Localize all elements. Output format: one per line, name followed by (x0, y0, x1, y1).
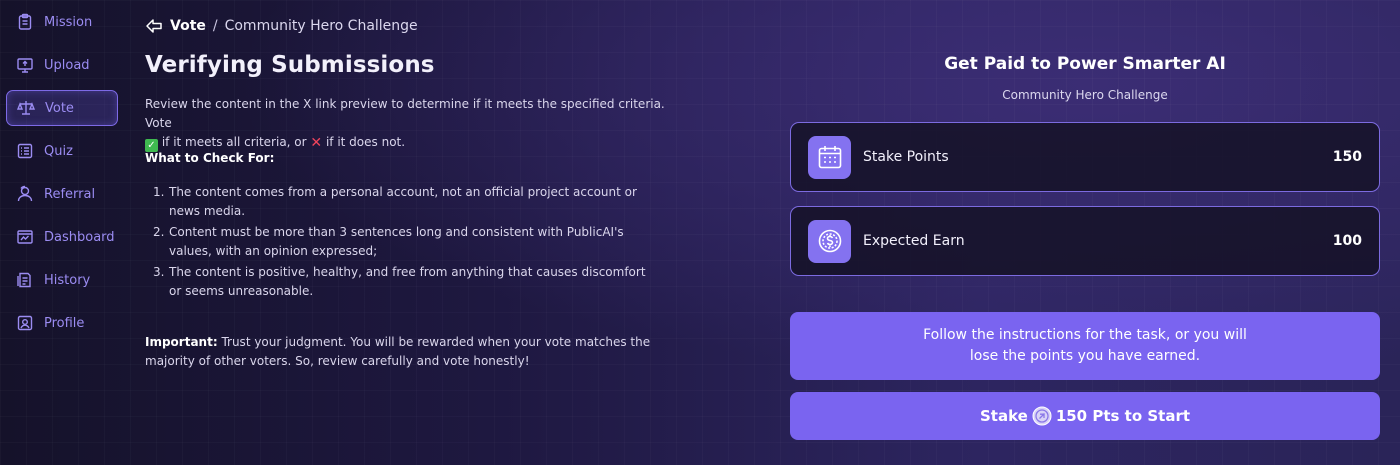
user-icon (16, 185, 34, 203)
dollar-coin-icon (808, 219, 851, 263)
sidebar-item-label: Referral (44, 186, 96, 202)
sidebar-item-vote[interactable]: Vote (6, 90, 118, 126)
sidebar-item-upload[interactable]: Upload (6, 47, 118, 83)
sidebar-item-label: Vote (45, 100, 74, 116)
list-item-number: 3. (153, 265, 165, 279)
stake-button-suffix: 150 Pts to Start (1055, 407, 1191, 425)
sidebar-item-label: Quiz (44, 143, 73, 159)
stake-points-label: Stake Points (863, 149, 949, 165)
clipboard-icon (16, 13, 34, 31)
sidebar-item-label: Upload (44, 57, 90, 73)
sidebar-item-label: Dashboard (44, 229, 115, 245)
stake-button-prefix: Stake (979, 407, 1028, 425)
important-note: Important: Trust your judgment. You will… (145, 333, 675, 371)
profile-icon (16, 314, 34, 332)
panel-title: Get Paid to Power Smarter AI (944, 54, 1226, 74)
history-icon (16, 271, 34, 289)
stake-points-value: 150 (1332, 149, 1362, 165)
list-item: 2. Content must be more than 3 sentences… (145, 223, 665, 261)
criteria-list: 1. The content comes from a personal acc… (145, 183, 665, 303)
list-icon (16, 142, 34, 160)
check-heading: What to Check For: (145, 151, 275, 165)
list-item-text: Content must be more than 3 sentences lo… (169, 225, 624, 258)
list-item-number: 1. (153, 185, 165, 199)
sidebar-item-history[interactable]: History (6, 262, 118, 298)
breadcrumb-current: Community Hero Challenge (224, 18, 418, 34)
breadcrumb-vote-link[interactable]: Vote (170, 18, 206, 34)
sidebar: Mission Upload Vote Quiz Referral Dashbo… (0, 0, 130, 465)
list-item-text: The content comes from a personal accoun… (169, 185, 637, 218)
sidebar-item-quiz[interactable]: Quiz (6, 133, 118, 169)
sidebar-item-profile[interactable]: Profile (6, 305, 118, 341)
sidebar-item-mission[interactable]: Mission (6, 4, 118, 40)
sidebar-item-label: History (44, 272, 91, 288)
stake-start-button[interactable]: Stake 150 Pts to Start (790, 392, 1380, 440)
dashboard-icon (16, 228, 34, 246)
points-coin-icon (1032, 406, 1052, 426)
important-text: Trust your judgment. You will be rewarde… (145, 335, 651, 368)
expected-earn-card: Expected Earn 100 (790, 206, 1380, 276)
breadcrumb-separator: / (212, 18, 218, 34)
back-arrow-icon[interactable] (145, 17, 163, 35)
expected-earn-value: 100 (1332, 233, 1362, 249)
list-item: 3. The content is positive, healthy, and… (145, 263, 665, 301)
sidebar-item-label: Mission (44, 14, 93, 30)
breadcrumb: Vote / Community Hero Challenge (145, 17, 418, 35)
page-title: Verifying Submissions (145, 52, 435, 78)
intro-text-part3: if it does not. (322, 135, 406, 149)
list-item-text: The content is positive, healthy, and fr… (169, 265, 646, 298)
important-label: Important: (145, 335, 218, 349)
intro-text-part2: if it meets all criteria, or (158, 135, 311, 149)
monitor-upload-icon (16, 56, 34, 74)
intro-text-part1: Review the content in the X link preview… (145, 97, 665, 130)
scale-icon (17, 99, 35, 117)
calendar-icon (808, 135, 851, 179)
cross-icon: ✕ (310, 135, 323, 151)
stake-points-card: Stake Points 150 (790, 122, 1380, 192)
panel-subtitle: Community Hero Challenge (1002, 88, 1168, 102)
list-item-number: 2. (153, 225, 165, 239)
instruction-notice: Follow the instructions for the task, or… (790, 312, 1380, 380)
sidebar-item-referral[interactable]: Referral (6, 176, 118, 212)
expected-earn-label: Expected Earn (863, 233, 965, 249)
sidebar-item-dashboard[interactable]: Dashboard (6, 219, 118, 255)
intro-text: Review the content in the X link preview… (145, 95, 665, 153)
list-item: 1. The content comes from a personal acc… (145, 183, 665, 221)
sidebar-item-label: Profile (44, 315, 85, 331)
